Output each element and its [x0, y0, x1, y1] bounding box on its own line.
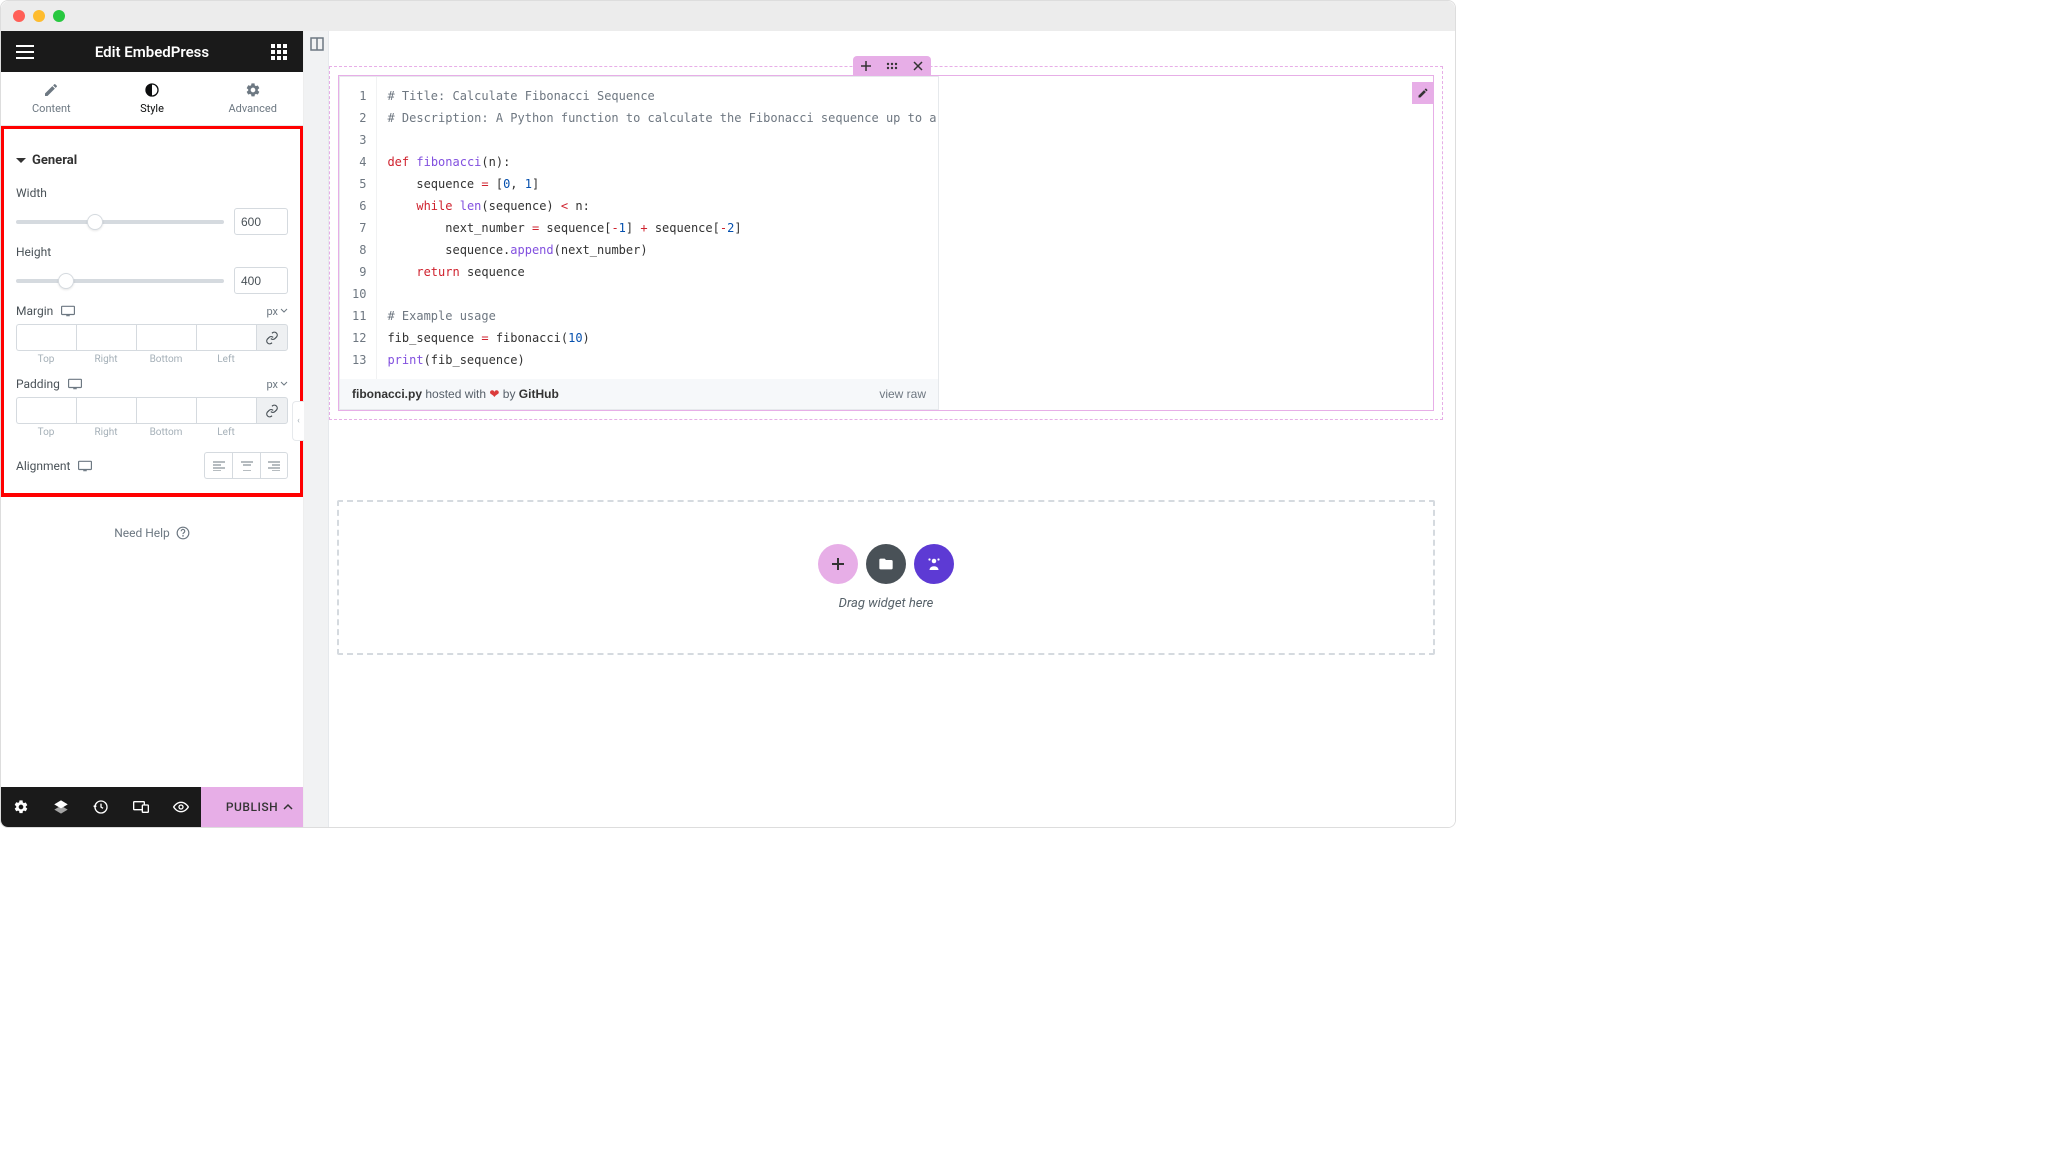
code-content: # Title: Calculate Fibonacci Sequence # …: [377, 77, 938, 379]
padding-label: Padding: [16, 377, 60, 391]
view-raw-link[interactable]: view raw: [879, 387, 926, 401]
maximize-window-icon[interactable]: [53, 10, 65, 22]
widgets-icon[interactable]: [267, 40, 291, 64]
responsive-icon[interactable]: [61, 305, 75, 317]
margin-inputs: Top Right Bottom Left: [16, 324, 288, 365]
settings-icon[interactable]: [1, 787, 41, 827]
history-icon[interactable]: [81, 787, 121, 827]
minimize-window-icon[interactable]: [33, 10, 45, 22]
responsive-icon[interactable]: [68, 378, 82, 390]
margin-right-input[interactable]: [76, 324, 136, 351]
window-titlebar: [1, 1, 1455, 31]
padding-bottom-input[interactable]: [136, 397, 196, 424]
margin-bottom-input[interactable]: [136, 324, 196, 351]
margin-unit-select[interactable]: px: [266, 305, 288, 318]
margin-top-input[interactable]: [16, 324, 76, 351]
close-window-icon[interactable]: [13, 10, 25, 22]
menu-icon[interactable]: [13, 40, 37, 64]
width-slider[interactable]: [16, 220, 224, 224]
section-container[interactable]: 12345678910111213 # Title: Calculate Fib…: [329, 66, 1443, 420]
gist-embed: 12345678910111213 # Title: Calculate Fib…: [339, 76, 939, 410]
drop-widget-zone[interactable]: Drag widget here: [337, 500, 1435, 655]
line-numbers: 12345678910111213: [340, 77, 377, 379]
navigator-icon[interactable]: [41, 787, 81, 827]
chevron-down-icon: [280, 380, 288, 388]
bottom-toolbar: PUBLISH: [1, 787, 303, 827]
structure-column: ‹: [304, 31, 329, 827]
align-left-button[interactable]: [204, 452, 232, 479]
padding-inputs: Top Right Bottom Left: [16, 397, 288, 438]
sidebar-panel: Edit EmbedPress Content Style Advanced: [1, 31, 304, 827]
margin-label: Margin: [16, 304, 53, 318]
ai-button[interactable]: [914, 544, 954, 584]
section-toolbar: [853, 56, 931, 76]
height-slider[interactable]: [16, 279, 224, 283]
publish-button[interactable]: PUBLISH: [201, 787, 303, 827]
github-link[interactable]: GitHub: [519, 387, 559, 401]
margin-link-toggle[interactable]: [256, 324, 288, 351]
editor-canvas: ‹ 12345678910111213: [304, 31, 1455, 827]
responsive-mode-icon[interactable]: [121, 787, 161, 827]
height-input[interactable]: [234, 267, 288, 294]
chevron-down-icon: [280, 307, 288, 315]
caret-down-icon: [16, 158, 26, 163]
width-label: Width: [16, 186, 288, 200]
column-structure-icon[interactable]: [304, 31, 329, 56]
delete-section-button[interactable]: [905, 56, 931, 76]
gist-filename[interactable]: fibonacci.py: [352, 387, 422, 401]
page-title: Edit EmbedPress: [37, 43, 267, 61]
sidebar-header: Edit EmbedPress: [1, 31, 303, 72]
align-right-button[interactable]: [260, 452, 288, 479]
padding-left-input[interactable]: [196, 397, 256, 424]
tab-advanced[interactable]: Advanced: [202, 72, 303, 125]
drag-section-handle[interactable]: [879, 56, 905, 76]
align-center-button[interactable]: [232, 452, 260, 479]
tab-content-label: Content: [32, 102, 71, 115]
style-general-section-highlight: General Width Height Margin: [1, 126, 303, 497]
edit-element-button[interactable]: [1412, 82, 1434, 104]
section-general-title: General: [32, 153, 77, 168]
height-label: Height: [16, 245, 288, 259]
preview-icon[interactable]: [161, 787, 201, 827]
tab-style-label: Style: [140, 102, 164, 115]
section-general-header[interactable]: General: [16, 137, 288, 180]
alignment-label: Alignment: [16, 459, 70, 473]
responsive-icon[interactable]: [78, 460, 92, 472]
chevron-up-icon[interactable]: [283, 802, 293, 812]
tab-advanced-label: Advanced: [228, 102, 276, 115]
heart-icon: ❤: [489, 387, 499, 401]
template-library-button[interactable]: [866, 544, 906, 584]
add-widget-button[interactable]: [818, 544, 858, 584]
need-help-link[interactable]: Need Help: [1, 496, 303, 570]
dropzone-label: Drag widget here: [839, 596, 934, 611]
width-input[interactable]: [234, 208, 288, 235]
padding-link-toggle[interactable]: [256, 397, 288, 424]
padding-right-input[interactable]: [76, 397, 136, 424]
panel-collapse-handle[interactable]: ‹: [292, 401, 304, 441]
padding-unit-select[interactable]: px: [266, 378, 288, 391]
tab-style[interactable]: Style: [102, 72, 203, 125]
tab-content[interactable]: Content: [1, 72, 102, 125]
help-icon: [176, 526, 190, 540]
padding-top-input[interactable]: [16, 397, 76, 424]
margin-left-input[interactable]: [196, 324, 256, 351]
tabs: Content Style Advanced: [1, 72, 303, 126]
add-section-button[interactable]: [853, 56, 879, 76]
